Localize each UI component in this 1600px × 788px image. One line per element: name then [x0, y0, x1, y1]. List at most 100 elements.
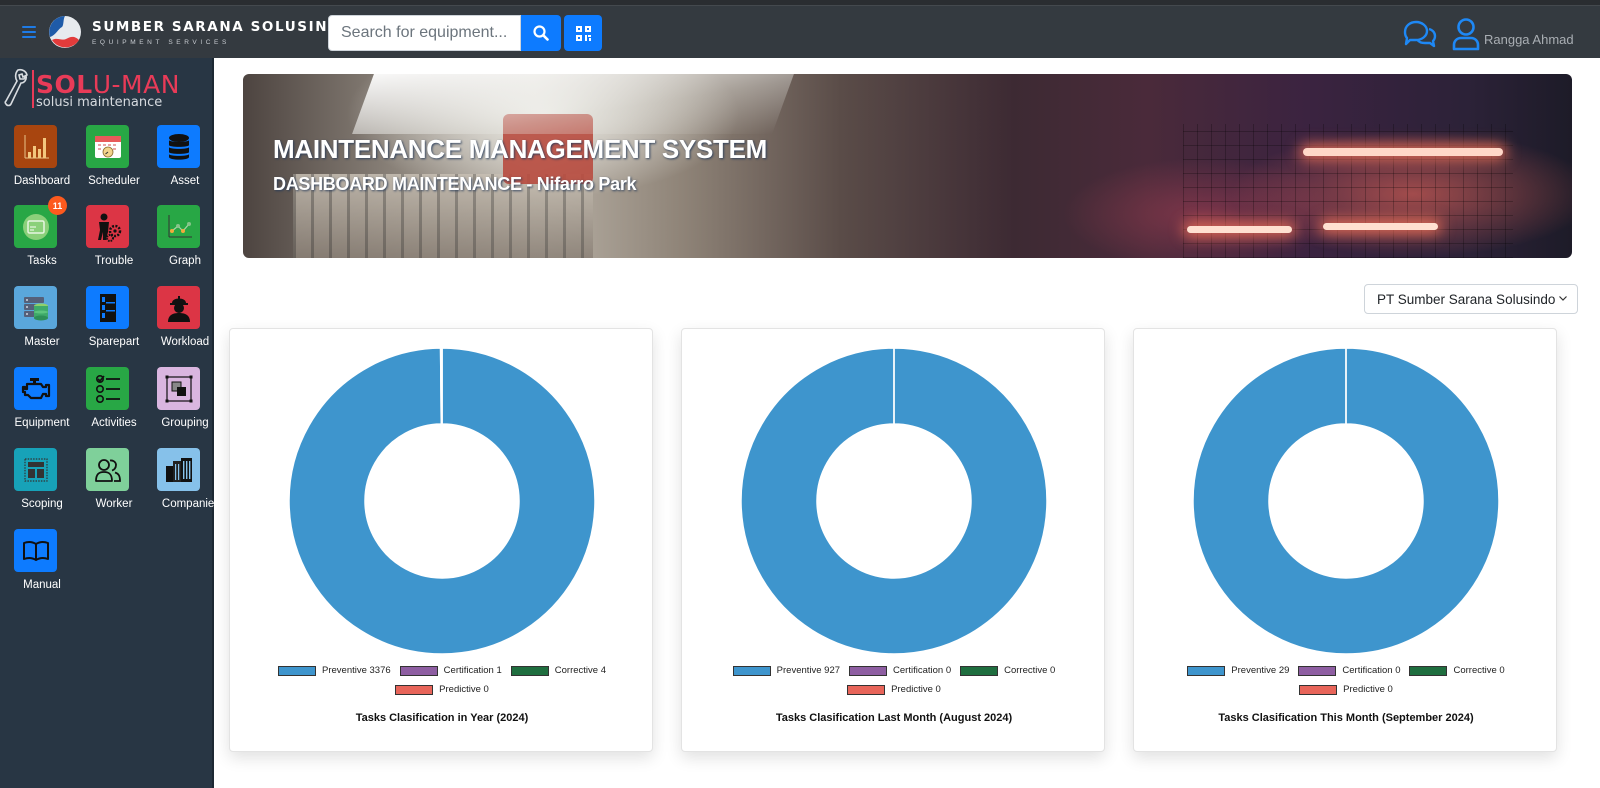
- legend-swatch: [1187, 665, 1226, 676]
- sidebar-item-sparepart[interactable]: Sparepart: [86, 286, 156, 361]
- cabinet-icon: [86, 286, 129, 329]
- user-icon[interactable]: [1452, 17, 1480, 51]
- sidebar: SOLU-MAN solusi maintenance Dashboard Sc…: [0, 58, 220, 788]
- engine-icon: [14, 367, 57, 410]
- legend-label: Certification 0: [1342, 665, 1401, 676]
- legend-item-certification[interactable]: Certification 1: [399, 661, 502, 680]
- sidebar-item-label: Graph: [169, 255, 201, 267]
- server-db-icon: [14, 286, 57, 329]
- sidebar-item-dashboard[interactable]: Dashboard: [14, 125, 84, 200]
- sidebar-item-manual[interactable]: Manual: [14, 529, 84, 604]
- legend-swatch: [849, 665, 888, 676]
- line-graph-icon: [157, 205, 200, 248]
- database-icon: [157, 125, 200, 168]
- main-content: MAINTENANCE MANAGEMENT SYSTEM DASHBOARD …: [214, 58, 1600, 788]
- company-select-value: PT Sumber Sarana Solusindo: [1377, 291, 1556, 307]
- chart-legend: Preventive 3376 Certification 1 Corrective…: [230, 661, 654, 699]
- qrcode-icon: [575, 25, 591, 41]
- sidebar-item-scoping[interactable]: Scoping: [14, 448, 84, 523]
- sidebar-item-worker[interactable]: Worker: [86, 448, 156, 523]
- worker-gear-icon: [86, 205, 129, 248]
- sidebar-item-label: Master: [24, 336, 60, 348]
- chat-icon[interactable]: [1402, 20, 1438, 48]
- legend-item-corrective[interactable]: Corrective 0: [960, 661, 1055, 680]
- sidebar-item-equipment[interactable]: Equipment: [14, 367, 84, 442]
- sidebar-item-label: Workload: [160, 336, 210, 348]
- hamburger-icon[interactable]: [22, 26, 36, 38]
- legend-label: Preventive 3376: [322, 665, 391, 676]
- legend-swatch: [732, 665, 771, 676]
- legend-item-predictive[interactable]: Predictive 0: [395, 680, 489, 699]
- legend-item-predictive[interactable]: Predictive 0: [1299, 680, 1393, 699]
- legend-label: Preventive 927: [776, 665, 841, 676]
- donut-chart: [740, 347, 1048, 655]
- search-group: [328, 15, 602, 51]
- hero-background-neon: [1187, 226, 1292, 233]
- search-input[interactable]: [328, 15, 521, 51]
- calendar-icon: [86, 125, 129, 168]
- legend-label: Corrective 0: [1453, 665, 1505, 676]
- legend-row: Predictive 0: [230, 680, 654, 699]
- legend-label: Predictive 0: [1343, 684, 1393, 695]
- brand-logo[interactable]: [48, 15, 82, 49]
- legend-item-corrective[interactable]: Corrective 4: [510, 661, 606, 680]
- chart-card-last-month: Preventive 927 Certification 0 Corrective …: [681, 328, 1105, 752]
- search-icon: [533, 25, 549, 41]
- legend-swatch: [510, 665, 549, 676]
- legend-item-preventive[interactable]: Preventive 29: [1187, 661, 1289, 680]
- search-button[interactable]: [521, 15, 561, 51]
- legend-label: Corrective 0: [1004, 665, 1056, 676]
- donut-chart: [1192, 347, 1500, 655]
- sidebar-item-label: Equipment: [14, 417, 70, 429]
- qr-scan-button[interactable]: [564, 15, 602, 51]
- legend-item-certification[interactable]: Certification 0: [1298, 661, 1400, 680]
- user-name[interactable]: Rangga Ahmad: [1484, 32, 1574, 47]
- legend-swatch: [960, 665, 999, 676]
- brand: SUMBER SARANA SOLUSINDO EQUIPMENT SERVIC…: [92, 19, 354, 46]
- company-select[interactable]: PT Sumber Sarana Solusindo: [1364, 284, 1578, 314]
- sidebar-item-label: Sparepart: [88, 336, 140, 348]
- checklist-icon: [86, 367, 129, 410]
- sidebar-item-label: Asset: [170, 175, 200, 187]
- sidebar-item-trouble[interactable]: Trouble: [86, 205, 156, 280]
- chart-title: Tasks Clasification Last Month (August 2…: [775, 712, 1013, 724]
- users-icon: [86, 448, 129, 491]
- logo-divider: [32, 70, 34, 108]
- sidebar-item-label: Scoping: [21, 498, 63, 510]
- legend-swatch: [1298, 665, 1337, 676]
- sidebar-item-label: Activities: [91, 417, 137, 429]
- legend-item-preventive[interactable]: Preventive 3376: [278, 661, 391, 680]
- legend-label: Preventive 29: [1231, 665, 1290, 676]
- book-icon: [14, 529, 57, 572]
- legend-item-preventive[interactable]: Preventive 927: [732, 661, 841, 680]
- hero-background-grid: [1183, 124, 1513, 258]
- legend-row: Predictive 0: [1134, 680, 1558, 699]
- donut-chart: [288, 347, 596, 655]
- bar-chart-icon: [14, 125, 57, 168]
- worker-helmet-icon: [157, 286, 200, 329]
- buildings-icon: [157, 448, 200, 491]
- hero-subtitle: DASHBOARD MAINTENANCE - Nifarro Park: [273, 174, 637, 194]
- sidebar-item-activities[interactable]: Activities: [86, 367, 156, 442]
- wrench-icon: [4, 68, 28, 107]
- legend-swatch: [1409, 665, 1448, 676]
- legend-swatch: [399, 665, 438, 676]
- legend-swatch: [847, 684, 886, 695]
- chart-title: Tasks Clasification in Year (2024): [355, 712, 529, 724]
- chart-title: Tasks Clasification This Month (Septembe…: [1218, 712, 1474, 724]
- sidebar-item-tasks[interactable]: 11 Tasks: [14, 196, 84, 280]
- legend-row: Predictive 0: [682, 680, 1106, 699]
- sidebar-item-label: Manual: [23, 579, 61, 591]
- brand-name: SUMBER SARANA SOLUSINDO: [92, 19, 354, 35]
- legend-item-predictive[interactable]: Predictive 0: [847, 680, 941, 699]
- sidebar-item-label: Scheduler: [88, 175, 140, 187]
- sidebar-item-label: Tasks: [27, 255, 57, 267]
- chart-card-this-month: Preventive 29 Certification 0 Corrective 0…: [1133, 328, 1557, 752]
- group-objects-icon: [157, 367, 200, 410]
- legend-swatch: [278, 665, 316, 676]
- legend-item-certification[interactable]: Certification 0: [849, 661, 951, 680]
- sidebar-item-master[interactable]: Master: [14, 286, 84, 361]
- sidebar-item-label: Trouble: [94, 255, 134, 267]
- sidebar-item-scheduler[interactable]: Scheduler: [86, 125, 156, 200]
- legend-item-corrective[interactable]: Corrective 0: [1409, 661, 1505, 680]
